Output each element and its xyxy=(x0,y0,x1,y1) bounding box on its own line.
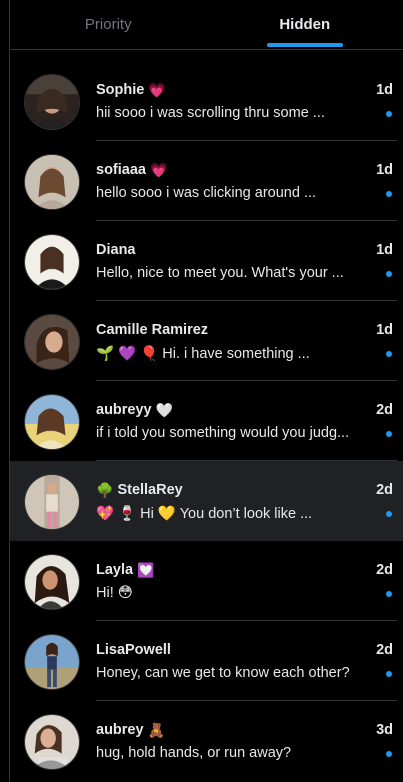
unread-dot-icon xyxy=(386,111,392,117)
unread-dot-icon xyxy=(386,511,392,517)
conversation-preview: hello sooo i was clicking around ... xyxy=(96,185,317,201)
tab-hidden-label: Hidden xyxy=(279,16,331,33)
unread-dot-icon xyxy=(386,671,392,677)
conversation-name: 🌳 StellaRey xyxy=(96,482,183,498)
tab-priority[interactable]: Priority xyxy=(10,0,207,49)
conversation-name: sofiaaa 💗 xyxy=(96,162,168,178)
tab-bar: Priority Hidden xyxy=(10,0,403,50)
tab-hidden[interactable]: Hidden xyxy=(207,0,403,49)
conversation-row[interactable]: Camille Ramirez 🌱 💜 🎈 Hi. i have somethi… xyxy=(10,301,403,381)
unread-dot-icon xyxy=(386,591,392,597)
conversation-name: Diana xyxy=(96,242,136,258)
avatar[interactable] xyxy=(24,554,80,610)
conversation-name: aubreyy 🤍 xyxy=(96,402,174,418)
tab-priority-label: Priority xyxy=(84,16,132,33)
avatar[interactable] xyxy=(24,714,80,770)
conversation-time: 1d xyxy=(376,162,393,178)
avatar[interactable] xyxy=(24,634,80,690)
conversation-row[interactable]: Layla 💟 Hi! 😳 2d xyxy=(10,541,403,621)
heart-badge-icon: 💗 xyxy=(148,82,166,98)
conversation-name: Layla 💟 xyxy=(96,562,155,578)
conversation-time: 2d xyxy=(376,562,393,578)
unread-dot-icon xyxy=(386,751,392,757)
conversation-name: aubrey 🧸 xyxy=(96,722,165,738)
conversation-row[interactable]: aubreyy 🤍 if i told you something would … xyxy=(10,381,403,461)
avatar[interactable] xyxy=(24,74,80,130)
unread-dot-icon xyxy=(386,431,392,437)
conversation-list: Sophie 💗 hii sooo i was scrolling thru s… xyxy=(10,61,403,781)
avatar[interactable] xyxy=(24,314,80,370)
heart-decoration-badge-icon: 💟 xyxy=(137,562,155,578)
conversation-time: 2d xyxy=(376,402,393,418)
conversation-row[interactable]: sofiaaa 💗 hello sooo i was clicking arou… xyxy=(10,141,403,221)
conversation-preview: if i told you something would you judg..… xyxy=(96,425,350,441)
avatar[interactable] xyxy=(24,474,80,530)
heart-badge-icon: 🤍 xyxy=(155,402,174,418)
conversation-time: 1d xyxy=(376,82,393,98)
tree-badge-icon: 🌳 xyxy=(96,482,114,498)
teddy-bear-badge-icon: 🧸 xyxy=(147,722,165,738)
conversation-row[interactable]: LisaPowell Honey, can we get to know eac… xyxy=(10,621,403,701)
unread-dot-icon xyxy=(386,351,392,357)
conversation-preview: Honey, can we get to know each other? xyxy=(96,665,350,681)
active-tab-indicator xyxy=(266,43,343,47)
conversation-time: 1d xyxy=(376,322,393,338)
conversation-time: 3d xyxy=(376,722,393,738)
conversation-name: Sophie 💗 xyxy=(96,82,166,98)
conversation-preview: Hello, nice to meet you. What's your ... xyxy=(96,265,344,281)
conversation-time: 2d xyxy=(376,482,393,498)
conversation-preview: hii sooo i was scrolling thru some ... xyxy=(96,105,325,121)
conversation-row[interactable]: 🌳 StellaRey 💖 🍷 Hi 💛 You don’t look like… xyxy=(10,461,403,541)
avatar[interactable] xyxy=(24,394,80,450)
heart-badge-icon: 💗 xyxy=(149,162,168,178)
conversation-row[interactable]: Diana Hello, nice to meet you. What's yo… xyxy=(10,221,403,301)
unread-dot-icon xyxy=(386,191,392,197)
conversation-time: 1d xyxy=(376,242,393,258)
unread-dot-icon xyxy=(386,271,392,277)
conversation-time: 2d xyxy=(376,642,393,658)
conversation-preview: 🌱 💜 🎈 Hi. i have something ... xyxy=(96,346,310,362)
conversation-preview: Hi! 😳 xyxy=(96,585,133,601)
avatar[interactable] xyxy=(24,234,80,290)
avatar[interactable] xyxy=(24,154,80,210)
conversation-name: Camille Ramirez xyxy=(96,322,209,338)
conversation-row[interactable]: aubrey 🧸 hug, hold hands, or run away? 3… xyxy=(10,701,403,781)
conversation-preview: hug, hold hands, or run away? xyxy=(96,745,292,761)
conversation-preview: 💖 🍷 Hi 💛 You don’t look like ... xyxy=(96,506,313,522)
conversation-row[interactable]: Sophie 💗 hii sooo i was scrolling thru s… xyxy=(10,61,403,141)
conversation-name: LisaPowell xyxy=(96,642,171,658)
